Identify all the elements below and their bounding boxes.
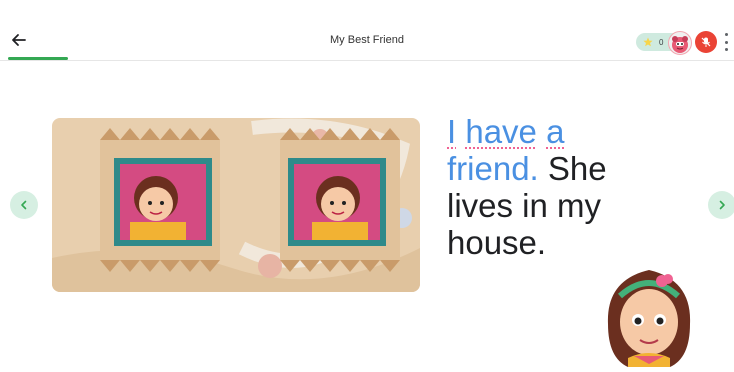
story-text: I have a friend. She lives in my house. (447, 113, 647, 261)
more-vert-icon-dot (724, 33, 728, 36)
story-word-highlighted[interactable]: I (447, 113, 456, 150)
stars-count: 0 (659, 37, 664, 47)
more-vert-icon-dot (724, 48, 728, 51)
avatar-icon (672, 36, 688, 53)
star-icon (643, 37, 653, 47)
mic-off-button[interactable] (695, 31, 717, 53)
top-bar: My Best Friend 0 (0, 0, 734, 61)
reading-progress-bar (8, 57, 68, 60)
chevron-left-icon (21, 200, 27, 210)
story-illustration (52, 118, 420, 292)
more-vert-icon-dot (724, 40, 728, 44)
girl-avatar-icon (607, 270, 691, 367)
page-title: My Best Friend (330, 34, 404, 46)
reading-buddy-character[interactable] (598, 262, 700, 367)
story-word-highlighted[interactable]: have (465, 113, 537, 150)
next-page-button[interactable] (708, 191, 734, 219)
story-word-highlighted[interactable]: a (546, 113, 564, 150)
mic-off-icon (701, 37, 711, 47)
profile-avatar[interactable] (668, 31, 692, 55)
story-word-highlighted[interactable]: friend. (447, 150, 539, 187)
more-options-button[interactable] (722, 33, 730, 51)
previous-page-button[interactable] (10, 191, 38, 219)
chevron-right-icon (719, 200, 725, 210)
